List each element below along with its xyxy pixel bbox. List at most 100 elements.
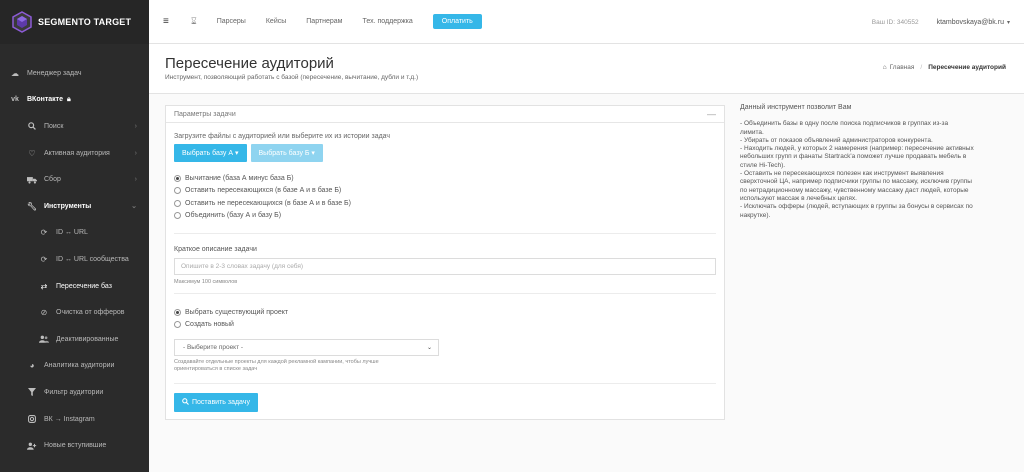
sidebar-item-collect[interactable]: Сбор › [0,166,149,193]
base-select-buttons: Выбрать базу А ▾ Выбрать базу Б ▾ [174,144,716,162]
nav-link-support[interactable]: Тех. поддержка [363,18,413,25]
sidebar-item-label: Деактивированные [56,335,119,343]
breadcrumb-separator: / [920,64,923,71]
pay-button[interactable]: Оплатить [432,14,482,29]
chevron-down-icon: ⌄ [426,345,432,351]
project-option-existing[interactable]: Выбрать существующий проект [174,306,716,319]
project-select-value: - Выберите проект - [183,344,244,351]
submit-label: Поставить задачу [192,399,250,406]
sidebar-item-label: Очистка от офферов [56,309,125,317]
info-line: сверхточной ЦА, например подписчики груп… [740,178,972,186]
page-subtitle: Инструмент, позволяющий работать с базой… [165,74,419,81]
sidebar-item-deactivated[interactable]: Деактивированные [0,326,149,353]
mode-option-subtract[interactable]: Вычитание (база А минус база Б) [174,172,716,185]
shuffle-icon: ⇄ [40,281,48,291]
nav-link-partners[interactable]: Партнерам [306,18,342,25]
info-line: - Объединить базы в одну после поиска по… [740,120,949,128]
operation-mode-group: Вычитание (база А минус база Б) Оставить… [174,172,716,222]
logo[interactable]: SEGMENTO TARGET [0,0,149,44]
sidebar-item-search[interactable]: Поиск › [0,113,149,140]
mode-option-intersect[interactable]: Оставить пересекающихся (в базе А и в ба… [174,185,716,198]
radio-button[interactable] [174,308,181,316]
nav-link-parsers[interactable]: Парсеры [217,18,246,25]
sidebar-item-label: Менеджер задач [27,69,82,77]
home-icon[interactable]: ⌂ [883,64,887,71]
user-id-label: Ваш ID: 340552 [871,18,919,26]
heart-icon: ♡ [28,148,36,158]
main-content: Параметры задачи — Загрузите файлы с ауд… [149,94,1024,472]
instagram-icon [26,415,38,423]
caret-down-icon[interactable]: ▾ [1007,19,1010,26]
sidebar-item-base-intersection[interactable]: ⇄ Пересечение баз [0,273,149,300]
sidebar-item-task-manager[interactable]: ☁ Менеджер задач [0,60,149,87]
user-email-menu[interactable]: ktambovskaya@bk.ru [937,19,1004,26]
sidebar-item-label: ID ↔ URL сообщества [56,255,129,263]
mode-option-non-intersect[interactable]: Оставить не пересекающихся (в базе А и в… [174,197,716,210]
submit-task-button[interactable]: Поставить задачу [174,393,258,412]
task-description-input[interactable] [174,258,716,275]
info-line: лимита. [740,128,764,136]
divider [174,293,716,294]
sidebar-item-label: Активная аудитория [44,149,110,157]
sidebar-item-vkontakte[interactable]: vk ВКонтакте 🔒︎ [0,87,149,114]
radio-label: Оставить не пересекающихся (в базе А и в… [185,199,351,207]
radio-label: Объединить (базу А и базу Б) [185,212,282,220]
project-select[interactable]: - Выберите проект - ⌄ [174,339,439,356]
page-title: Пересечение аудиторий [165,55,334,72]
info-line: небольших групп и фанаты Startrack'а пом… [740,153,967,161]
radio-label: Выбрать существующий проект [185,308,289,316]
select-base-a-button[interactable]: Выбрать базу А ▾ [174,144,247,162]
breadcrumb: ⌂ Главная / Пересечение аудиторий [883,64,1006,71]
sidebar-item-active-audience[interactable]: ♡ Активная аудитория › [0,140,149,167]
select-base-b-button[interactable]: Выбрать базу Б ▾ [250,144,323,162]
radio-button[interactable] [174,174,181,182]
cloud-icon: ☁ [11,68,19,78]
collapse-icon[interactable]: — [707,109,716,119]
project-option-new[interactable]: Создать новый [174,319,716,332]
truck-icon [26,176,38,184]
sidebar-item-tools[interactable]: 🔧︎ Инструменты ⌄ [0,193,149,220]
sidebar-item-id-url[interactable]: ⟳ ID ↔ URL [0,220,149,247]
radio-button[interactable] [174,321,181,329]
radio-button[interactable] [174,212,181,220]
sidebar-item-label: Новые вступившие [44,442,107,450]
sidebar-item-audience-analytics[interactable]: ◕ Аналитика аудитории [0,353,149,380]
divider [174,383,716,384]
info-line: накрутке). [740,211,771,219]
sidebar-nav: ☁ Менеджер задач vk ВКонтакте 🔒︎ Поиск ›… [0,44,149,459]
filter-icon [26,388,38,397]
panel-header: Параметры задачи — [166,106,724,123]
sidebar-item-vk-instagram[interactable]: ВК → Instagram [0,406,149,433]
upload-hint: Загрузите файлы с аудиторией или выберит… [174,133,391,140]
sidebar-item-label: Поиск [44,122,64,130]
sidebar-item-new-members[interactable]: Новые вступившие [0,432,149,459]
description-limit-note: Максимум 100 символов [174,279,238,285]
radio-button[interactable] [174,187,181,195]
project-mode-group: Выбрать существующий проект Создать новы… [174,306,716,331]
chevron-right-icon: › [134,149,137,157]
sidebar-item-label: Пересечение баз [56,282,112,290]
nav-link-cases[interactable]: Кейсы [266,18,286,25]
info-line: - Исключать офферы (людей, вступающих в … [740,203,973,211]
refresh-icon: ⟳ [40,228,48,238]
sidebar: SEGMENTO TARGET ☁ Менеджер задач vk ВКон… [0,0,149,472]
panel-body: Загрузите файлы с аудиторией или выберит… [166,123,724,412]
hamburger-menu-icon[interactable]: ≡ [163,16,175,27]
sidebar-item-offer-cleanup[interactable]: ⊘ Очистка от офферов [0,299,149,326]
mode-option-union[interactable]: Объединить (базу А и базу Б) [174,210,716,223]
sidebar-item-id-url-community[interactable]: ⟳ ID ↔ URL сообщества [0,246,149,273]
user-area: Ваш ID: 340552 ktambovskaya@bk.ru ▾ [872,0,1010,44]
user-plus-icon [26,442,38,450]
sidebar-item-label: Сбор [44,176,61,184]
radio-label: Оставить пересекающихся (в базе А и в ба… [185,187,342,195]
radio-label: Вычитание (база А минус база Б) [185,174,294,182]
radio-button[interactable] [174,199,181,207]
breadcrumb-home[interactable]: Главная [890,64,915,71]
sidebar-item-label: Аналитика аудитории [44,362,115,370]
hourglass-icon[interactable]: ⌛︎ [191,16,197,27]
project-note-line: Создавайте отдельные проекты для каждой … [174,359,379,365]
sidebar-item-label: Фильтр аудитории [44,388,104,396]
sidebar-item-audience-filter[interactable]: Фильтр аудитории [0,379,149,406]
cube-logo-icon [12,11,32,33]
search-icon [26,122,38,131]
